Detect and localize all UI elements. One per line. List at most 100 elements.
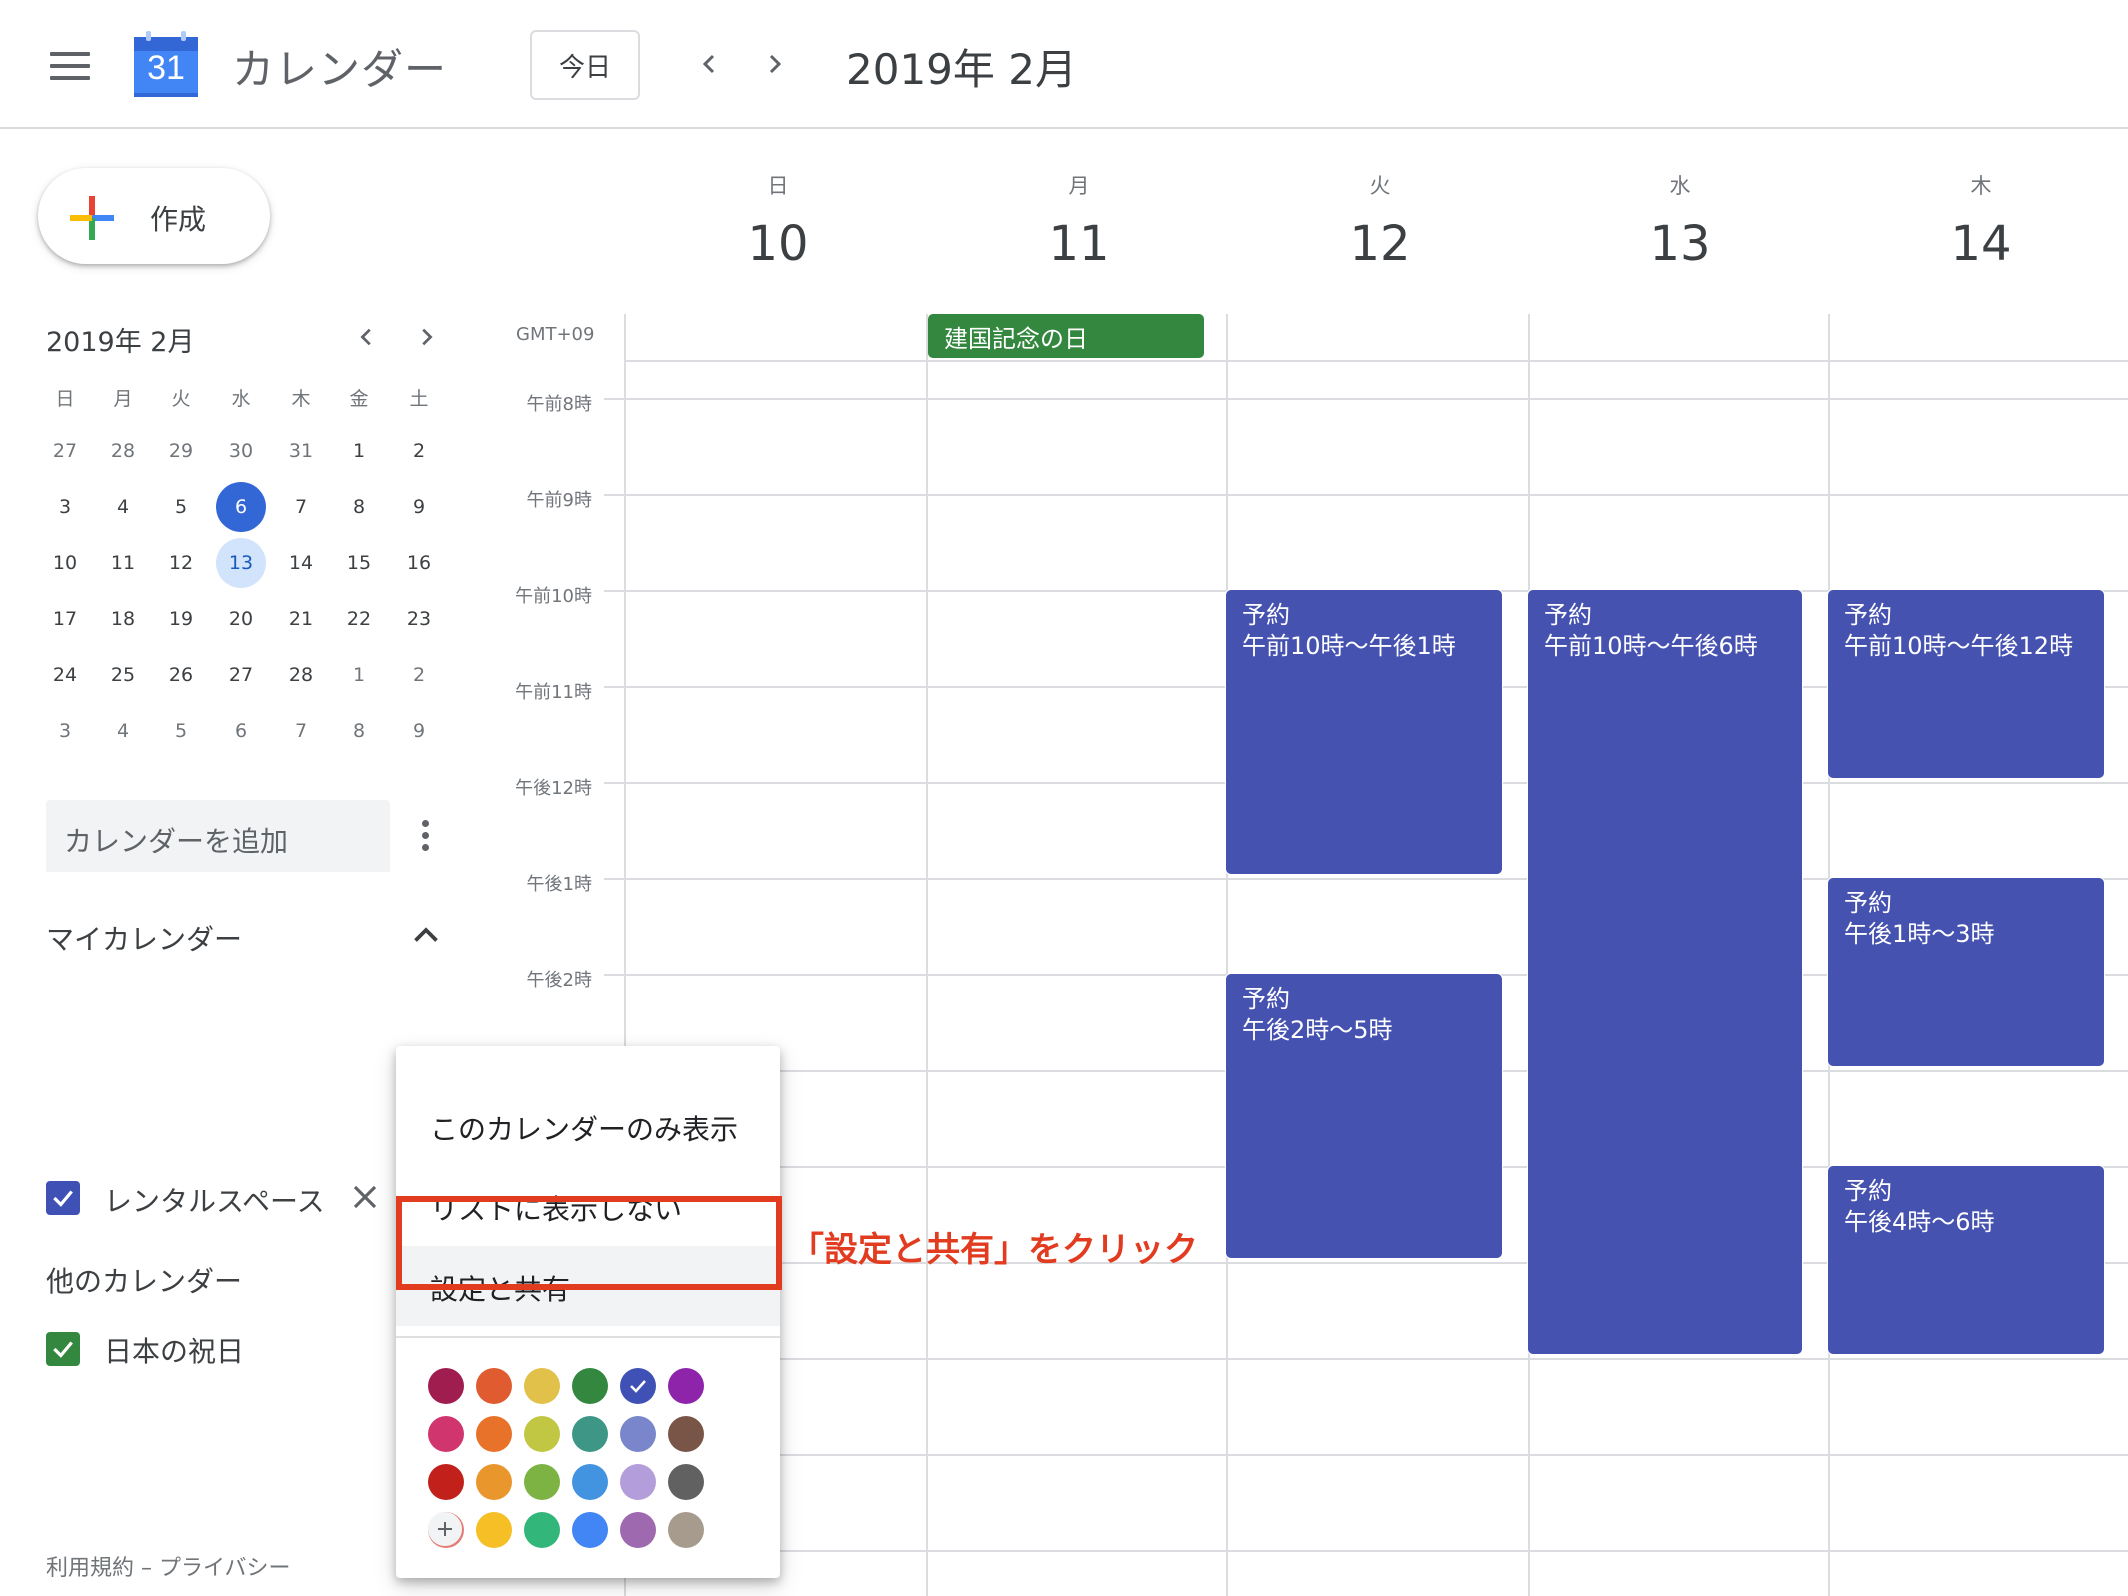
- mini-calendar-day[interactable]: 1: [334, 650, 384, 700]
- color-swatch[interactable]: [620, 1368, 656, 1404]
- mini-calendar-day[interactable]: 4: [98, 482, 148, 532]
- color-swatch[interactable]: [668, 1464, 704, 1500]
- mini-calendar-day[interactable]: 3: [40, 706, 90, 756]
- color-swatch[interactable]: [524, 1512, 560, 1548]
- day-number[interactable]: 10: [708, 216, 848, 272]
- today-button[interactable]: 今日: [530, 30, 640, 100]
- chevron-up-icon[interactable]: [408, 918, 444, 954]
- mini-calendar-day[interactable]: 7: [276, 482, 326, 532]
- mini-calendar-day[interactable]: 1: [334, 426, 384, 476]
- mini-calendar-day[interactable]: 27: [40, 426, 90, 476]
- mini-calendar-day[interactable]: 16: [394, 538, 444, 588]
- color-swatch[interactable]: [428, 1368, 464, 1404]
- mini-calendar-day[interactable]: 6: [216, 482, 266, 532]
- menu-item-display-only-this[interactable]: このカレンダーのみ表示: [396, 1086, 780, 1166]
- mini-calendar-day[interactable]: 4: [98, 706, 148, 756]
- mini-calendar-day[interactable]: 19: [156, 594, 206, 644]
- event-block[interactable]: 予約 午前10時～午後1時: [1226, 590, 1502, 874]
- day-number[interactable]: 11: [1009, 216, 1149, 272]
- mini-calendar-day[interactable]: 7: [276, 706, 326, 756]
- mini-calendar-day[interactable]: 2: [394, 426, 444, 476]
- mini-calendar-day[interactable]: 5: [156, 482, 206, 532]
- color-swatch[interactable]: [476, 1368, 512, 1404]
- color-swatch[interactable]: [572, 1464, 608, 1500]
- mini-calendar-day[interactable]: 26: [156, 650, 206, 700]
- mini-calendar-day[interactable]: 12: [156, 538, 206, 588]
- mini-calendar-day[interactable]: 24: [40, 650, 90, 700]
- color-swatch[interactable]: [668, 1512, 704, 1548]
- next-week-button[interactable]: [752, 42, 796, 86]
- chevron-right-icon: [422, 328, 433, 346]
- event-block[interactable]: 予約 午前10時～午後12時: [1828, 590, 2104, 778]
- mini-calendar-day[interactable]: 23: [394, 594, 444, 644]
- add-custom-color-button[interactable]: [428, 1512, 462, 1546]
- mini-calendar-day[interactable]: 9: [394, 482, 444, 532]
- mini-calendar-day[interactable]: 9: [394, 706, 444, 756]
- mini-calendar-prev-button[interactable]: [345, 315, 389, 359]
- mini-calendar-day[interactable]: 30: [216, 426, 266, 476]
- event-block[interactable]: 予約 午後1時～3時: [1828, 878, 2104, 1066]
- color-swatch[interactable]: [572, 1416, 608, 1452]
- mini-calendar-day[interactable]: 18: [98, 594, 148, 644]
- mini-calendar-day[interactable]: 29: [156, 426, 206, 476]
- create-button[interactable]: 作成: [38, 168, 270, 264]
- japan-holidays-label[interactable]: 日本の祝日: [104, 1330, 244, 1370]
- mini-calendar-day[interactable]: 11: [98, 538, 148, 588]
- other-calendars-heading[interactable]: 他のカレンダー: [46, 1260, 242, 1300]
- add-calendar-field[interactable]: カレンダーを追加: [46, 800, 390, 872]
- color-swatch[interactable]: [572, 1368, 608, 1404]
- mini-calendar-day[interactable]: 5: [156, 706, 206, 756]
- color-swatch[interactable]: [476, 1416, 512, 1452]
- event-title: 予約: [1844, 889, 1892, 917]
- japan-holidays-checkbox[interactable]: [46, 1332, 80, 1366]
- rental-space-checkbox[interactable]: [46, 1181, 80, 1215]
- more-vert-icon[interactable]: [416, 818, 436, 854]
- mini-calendar-day[interactable]: 25: [98, 650, 148, 700]
- mini-calendar-day[interactable]: 28: [98, 426, 148, 476]
- mini-calendar-day[interactable]: 31: [276, 426, 326, 476]
- rental-space-label[interactable]: レンタルスペース: [104, 1180, 325, 1220]
- event-block[interactable]: 予約 午前10時～午後6時: [1528, 590, 1802, 1354]
- color-swatch[interactable]: [620, 1416, 656, 1452]
- mini-calendar-next-button[interactable]: [404, 315, 448, 359]
- mini-calendar-day[interactable]: 8: [334, 706, 384, 756]
- previous-week-button[interactable]: [688, 42, 732, 86]
- mini-calendar-day[interactable]: 3: [40, 482, 90, 532]
- mini-calendar-day[interactable]: 17: [40, 594, 90, 644]
- event-block[interactable]: 予約 午後4時～6時: [1828, 1166, 2104, 1354]
- mini-calendar-day[interactable]: 13: [216, 538, 266, 588]
- mini-calendar-day[interactable]: 2: [394, 650, 444, 700]
- footer-links[interactable]: 利用規約 – プライバシー: [46, 1550, 291, 1582]
- mini-calendar-day[interactable]: 14: [276, 538, 326, 588]
- mini-calendar-day[interactable]: 22: [334, 594, 384, 644]
- main-menu-icon[interactable]: [50, 52, 90, 80]
- color-swatch[interactable]: [620, 1512, 656, 1548]
- mini-calendar-day[interactable]: 8: [334, 482, 384, 532]
- mini-calendar-day[interactable]: 27: [216, 650, 266, 700]
- mini-calendar-day[interactable]: 6: [216, 706, 266, 756]
- mini-calendar-day[interactable]: 28: [276, 650, 326, 700]
- color-swatch[interactable]: [572, 1512, 608, 1548]
- day-number[interactable]: 13: [1610, 216, 1750, 272]
- mini-calendar-day[interactable]: 21: [276, 594, 326, 644]
- close-icon[interactable]: [350, 1182, 380, 1212]
- day-number[interactable]: 12: [1310, 216, 1450, 272]
- my-calendars-heading[interactable]: マイカレンダー: [46, 918, 242, 958]
- mini-calendar-day[interactable]: 15: [334, 538, 384, 588]
- color-swatch[interactable]: [476, 1464, 512, 1500]
- mini-calendar-day[interactable]: 10: [40, 538, 90, 588]
- event-block[interactable]: 予約 午後2時～5時: [1226, 974, 1502, 1258]
- color-swatch[interactable]: [620, 1464, 656, 1500]
- mini-calendar-day[interactable]: 20: [216, 594, 266, 644]
- color-swatch[interactable]: [476, 1512, 512, 1548]
- color-swatch[interactable]: [524, 1416, 560, 1452]
- color-swatch[interactable]: [524, 1368, 560, 1404]
- color-swatch[interactable]: [428, 1416, 464, 1452]
- day-number[interactable]: 14: [1911, 216, 2051, 272]
- color-swatch[interactable]: [668, 1368, 704, 1404]
- event-title: 予約: [1844, 1177, 1892, 1205]
- holiday-event-chip[interactable]: 建国記念の日: [928, 314, 1204, 358]
- color-swatch[interactable]: [524, 1464, 560, 1500]
- color-swatch[interactable]: [668, 1416, 704, 1452]
- color-swatch[interactable]: [428, 1464, 464, 1500]
